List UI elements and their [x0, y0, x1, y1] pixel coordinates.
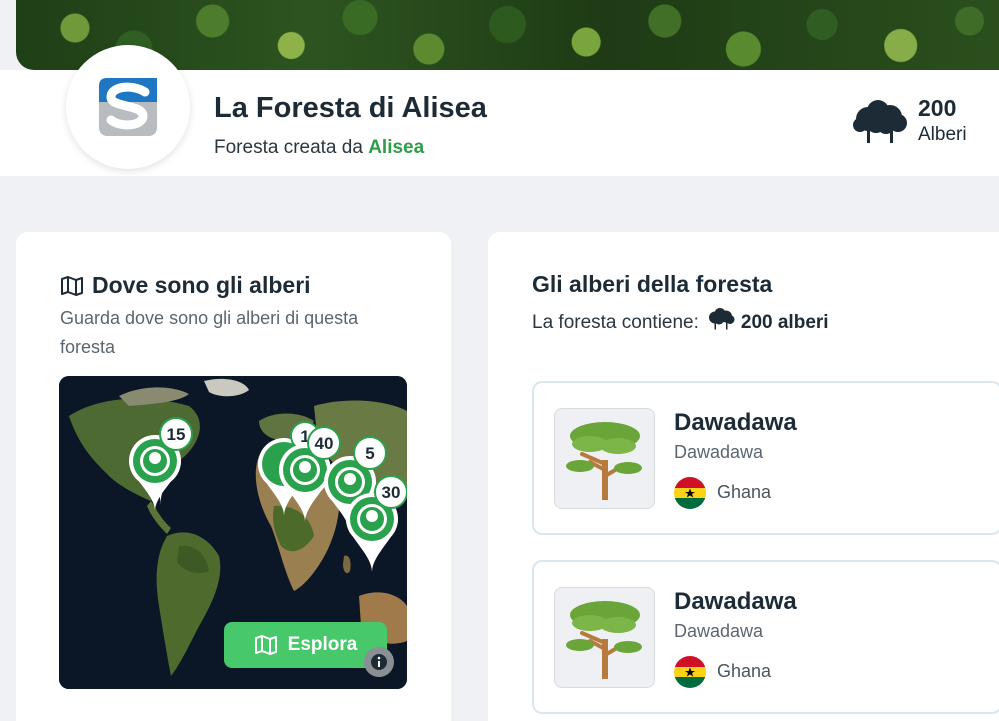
map-icon	[254, 635, 277, 655]
svg-text:15: 15	[167, 425, 186, 444]
trees-summary-count: 200 alberi	[740, 312, 829, 333]
trees-icon	[853, 100, 907, 143]
forest-title: La Foresta di Alisea	[214, 92, 487, 124]
ghana-flag-icon	[674, 477, 706, 509]
subtitle-prefix: Foresta creata da	[214, 137, 363, 158]
creator-link[interactable]: Alisea	[368, 137, 424, 158]
map-title-text: Dove sono gli alberi	[92, 272, 311, 298]
svg-text:40: 40	[315, 434, 334, 453]
map-section-title: Dove sono gli alberi	[60, 272, 311, 299]
svg-text:5: 5	[365, 444, 374, 463]
tree-country: Ghana	[717, 482, 772, 502]
forest-subtitle: Foresta creata da Alisea	[214, 137, 424, 159]
trees-card: Gli alberi della foresta La foresta cont…	[488, 232, 999, 721]
map-icon	[61, 275, 83, 296]
tree-count-label: Alberi	[918, 124, 967, 145]
tree-name: Dawadawa	[674, 588, 797, 615]
company-logo-icon	[99, 78, 157, 136]
tree-illustration-icon	[565, 600, 642, 679]
world-map[interactable]: 15 1 40 5 30 Esplora	[59, 376, 407, 689]
tree-scientific-name: Dawadawa	[674, 442, 764, 462]
tree-count-value: 200	[918, 95, 957, 121]
map-description: Guarda dove sono gli alberi di questa fo…	[60, 308, 359, 357]
tree-illustration-icon	[565, 421, 642, 500]
trees-icon	[708, 308, 735, 330]
forest-logo	[66, 45, 190, 169]
trees-section-title: Gli alberi della foresta	[532, 271, 773, 297]
explore-button[interactable]: Esplora	[224, 622, 387, 668]
tree-country: Ghana	[717, 661, 772, 681]
trees-summary-prefix: La foresta contiene:	[532, 312, 699, 333]
info-icon	[371, 654, 387, 670]
explore-button-label: Esplora	[287, 634, 358, 655]
tree-card[interactable]: Dawadawa Dawadawa Ghana	[532, 560, 999, 714]
tree-thumbnail	[554, 587, 655, 688]
tree-card[interactable]: Dawadawa Dawadawa Ghana	[532, 381, 999, 535]
trees-summary: La foresta contiene: 200 alberi	[532, 308, 829, 334]
tree-scientific-name: Dawadawa	[674, 621, 764, 641]
svg-text:30: 30	[382, 483, 401, 502]
info-button[interactable]	[364, 647, 394, 677]
tree-name: Dawadawa	[674, 409, 797, 436]
tree-thumbnail	[554, 408, 655, 509]
ghana-flag-icon	[674, 656, 706, 688]
map-card: Dove sono gli alberi Guarda dove sono gl…	[16, 232, 451, 721]
